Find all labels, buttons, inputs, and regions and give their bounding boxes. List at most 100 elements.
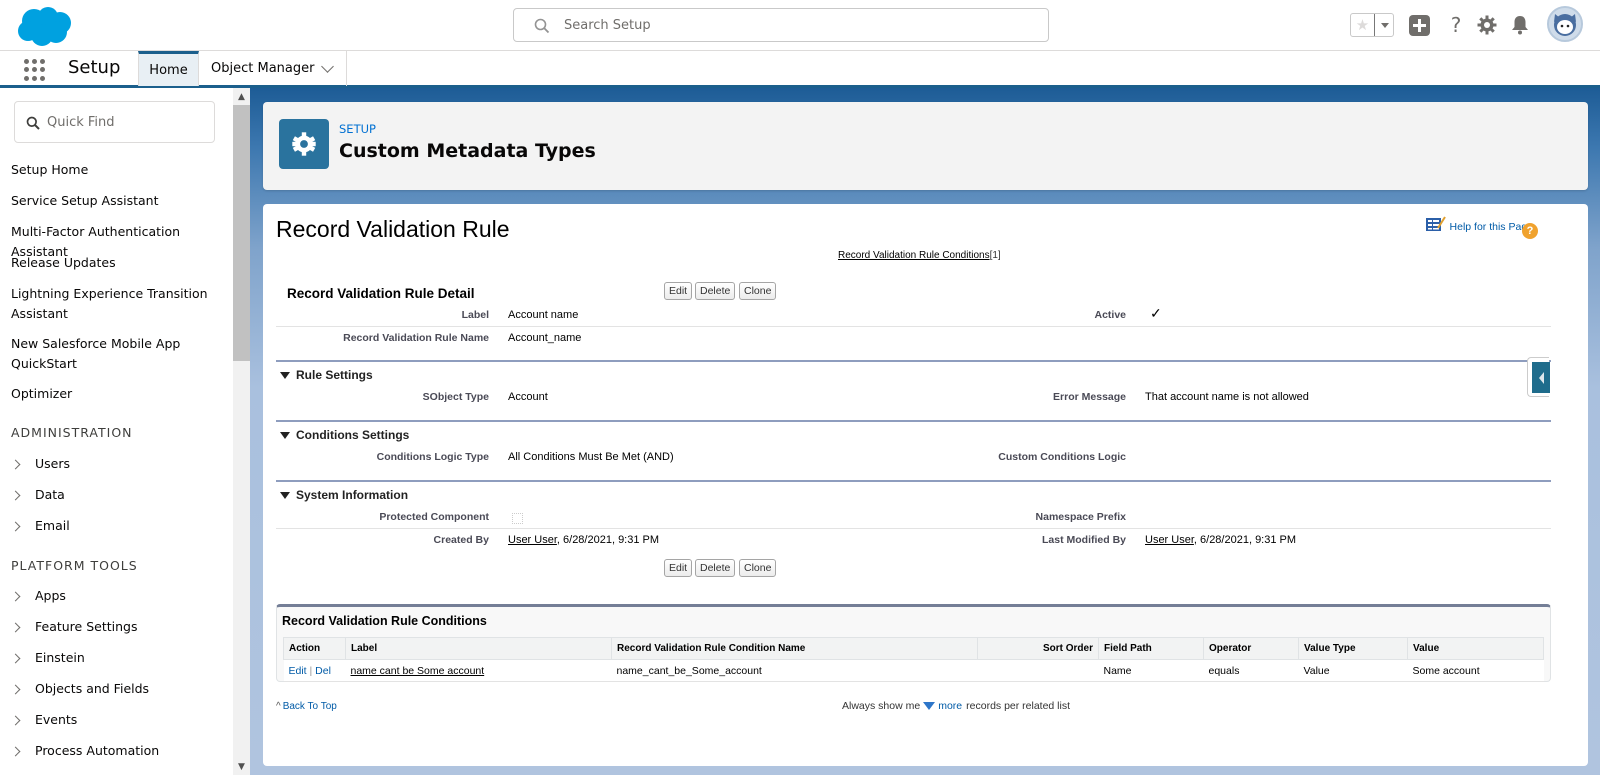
sidebar-item-feature-settings[interactable]: Feature Settings	[10, 617, 231, 637]
modified-by-user-link[interactable]: User User	[1145, 534, 1194, 546]
field-sobject-type-value: Account	[508, 391, 548, 403]
section-divider	[276, 360, 1551, 362]
collapse-sidebar-toggle[interactable]	[1527, 357, 1550, 397]
chevron-down-icon[interactable]	[321, 60, 334, 73]
related-list-hover-link[interactable]: Record Validation Rule Conditions[1]	[838, 250, 1001, 261]
scrollbar-thumb[interactable]	[233, 105, 250, 361]
chevron-right-icon	[10, 591, 21, 601]
quick-find[interactable]	[14, 101, 215, 143]
condition-label-link[interactable]: name cant be Some account	[351, 665, 485, 677]
row-divider	[276, 326, 1551, 327]
related-list-conditions: Record Validation Rule Conditions Action…	[276, 604, 1551, 682]
row-edit-link[interactable]: Edit	[289, 665, 307, 677]
astro-avatar-icon	[1554, 14, 1576, 36]
sidebar-item-service-setup-assistant[interactable]: Service Setup Assistant	[11, 191, 231, 211]
help-icon: ?	[1450, 13, 1462, 37]
edit-button[interactable]: Edit	[664, 282, 693, 300]
search-icon	[26, 116, 40, 130]
section-divider	[276, 480, 1551, 482]
created-by-user-link[interactable]: User User	[508, 534, 557, 546]
gear-icon	[1477, 15, 1497, 35]
context-bar: Setup Home Object Manager	[0, 50, 1600, 88]
sidebar-item-einstein[interactable]: Einstein	[10, 648, 231, 668]
page-eyebrow[interactable]: SETUP	[339, 122, 376, 136]
clone-button-bottom[interactable]: Clone	[739, 559, 777, 577]
page-title: Custom Metadata Types	[339, 140, 596, 162]
setup-gear-tile	[279, 119, 329, 169]
setup-gear-button[interactable]	[1476, 14, 1498, 36]
field-namespace-label: Namespace Prefix	[1035, 511, 1126, 523]
record-title: Record Validation Rule	[276, 216, 510, 242]
sidebar-item-optimizer[interactable]: Optimizer	[11, 384, 231, 404]
quick-find-input[interactable]	[47, 102, 207, 142]
cell-operator: equals	[1203, 659, 1299, 682]
field-modified-by-value: User User, 6/28/2021, 9:31 PM	[1145, 534, 1297, 546]
section-divider	[276, 420, 1551, 422]
column-condition-name: Record Validation Rule Condition Name	[611, 637, 978, 660]
detail-section-title: Record Validation Rule Detail	[287, 286, 475, 301]
sidebar-item-process-automation[interactable]: Process Automation	[10, 741, 231, 761]
help-button[interactable]: ?	[1445, 13, 1467, 37]
sidebar-item-email[interactable]: Email	[10, 516, 231, 536]
sidebar-item-apps[interactable]: Apps	[10, 586, 231, 606]
chevron-right-icon	[10, 622, 21, 632]
cell-condition-name: name_cant_be_Some_account	[611, 659, 978, 682]
salesforce-logo[interactable]	[14, 5, 74, 47]
sidebar-item-release-updates[interactable]: Release Updates	[11, 253, 231, 273]
sidebar-item-data[interactable]: Data	[10, 485, 231, 505]
row-delete-link[interactable]: Del	[315, 665, 331, 677]
sidebar-item-mobile-quickstart[interactable]: New Salesforce Mobile App QuickStart	[11, 334, 191, 374]
tab-home[interactable]: Home	[138, 51, 199, 86]
field-active-label: Active	[1094, 309, 1126, 321]
delete-button[interactable]: Delete	[695, 282, 736, 300]
bell-icon	[1512, 16, 1528, 35]
global-actions-button[interactable]	[1408, 14, 1430, 36]
more-records-link[interactable]: more	[938, 700, 962, 712]
favorite-star-button[interactable]: ★	[1351, 14, 1374, 36]
back-to-top-link[interactable]: ^ Back To Top	[276, 701, 337, 712]
section-system-information[interactable]: System Information	[280, 488, 408, 502]
chevron-right-icon	[10, 653, 21, 663]
notifications-button[interactable]	[1509, 14, 1531, 36]
help-question-icon[interactable]: ?	[1522, 223, 1538, 239]
tab-object-manager-label: Object Manager	[211, 61, 315, 76]
favorites-dropdown-button[interactable]	[1374, 14, 1394, 36]
collapse-triangle-icon	[280, 371, 290, 379]
global-header: ★ ?	[0, 0, 1600, 50]
tab-object-manager[interactable]: Object Manager	[199, 51, 347, 86]
related-conditions-link[interactable]: Record Validation Rule Conditions	[838, 250, 990, 261]
sidebar-item-users[interactable]: Users	[10, 454, 231, 474]
section-conditions-settings[interactable]: Conditions Settings	[280, 428, 409, 442]
field-custom-logic-label: Custom Conditions Logic	[998, 451, 1126, 463]
sidebar-item-events[interactable]: Events	[10, 710, 231, 730]
table-row: Edit | Del name cant be Some account nam…	[283, 659, 1544, 682]
dropdown-triangle-icon[interactable]	[923, 702, 936, 710]
scroll-down-icon[interactable]: ▼	[233, 758, 250, 775]
user-avatar[interactable]	[1547, 6, 1583, 42]
edit-button-bottom[interactable]: Edit	[664, 559, 693, 577]
section-rule-settings[interactable]: Rule Settings	[280, 368, 373, 382]
sidebar-item-objects-and-fields[interactable]: Objects and Fields	[10, 679, 231, 699]
delete-button-bottom[interactable]: Delete	[695, 559, 736, 577]
search-input[interactable]	[564, 9, 1034, 41]
help-book-icon	[1425, 216, 1446, 231]
clone-button[interactable]: Clone	[739, 282, 777, 300]
related-list-title: Record Validation Rule Conditions	[282, 614, 487, 628]
help-for-this-page-link[interactable]: Help for this Page	[1425, 216, 1533, 233]
global-search[interactable]	[513, 8, 1049, 42]
chevron-right-icon	[10, 521, 21, 531]
field-label-value: Account name	[508, 309, 579, 321]
cell-value: Some account	[1407, 659, 1544, 682]
chevron-right-icon	[10, 715, 21, 725]
field-logic-type-label: Conditions Logic Type	[376, 451, 489, 463]
sidebar-item-setup-home[interactable]: Setup Home	[11, 160, 231, 180]
app-launcher-button[interactable]	[24, 59, 46, 81]
sidebar-scrollbar[interactable]: ▲ ▼	[233, 88, 250, 775]
field-protected-label: Protected Component	[379, 511, 489, 523]
plus-icon	[1408, 14, 1430, 36]
column-action: Action	[283, 637, 346, 660]
records-per-list-control: Always show me more records per related …	[842, 700, 1071, 712]
protected-checkbox-icon	[512, 513, 523, 524]
sidebar-item-lightning-transition[interactable]: Lightning Experience Transition Assistan…	[11, 284, 211, 324]
scroll-up-icon[interactable]: ▲	[233, 88, 250, 105]
